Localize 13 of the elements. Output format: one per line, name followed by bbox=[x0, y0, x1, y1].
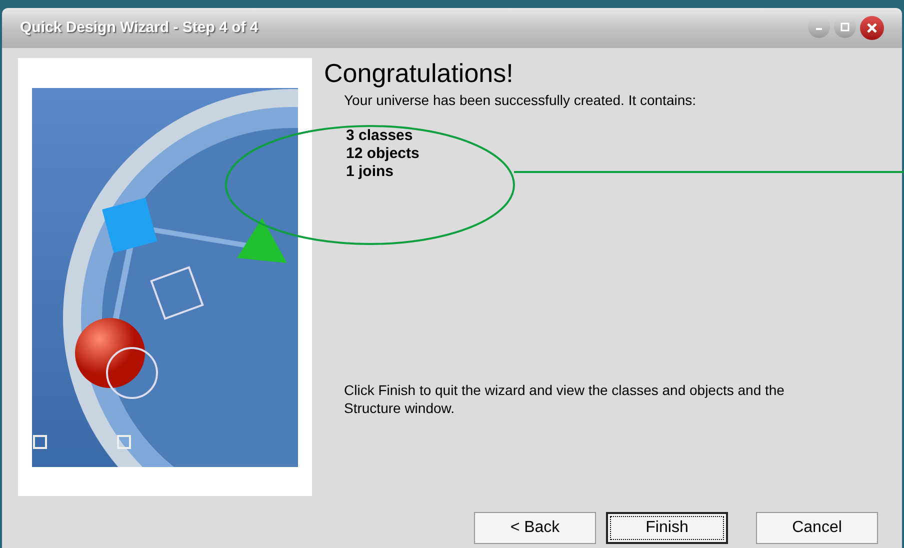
maximize-icon bbox=[840, 22, 850, 32]
summary-line: 1 joins bbox=[346, 163, 395, 181]
dialog-button[interactable]: < Back bbox=[474, 512, 596, 544]
dialog-button[interactable]: Finish bbox=[606, 512, 728, 544]
congratulations-heading: Congratulations! bbox=[324, 58, 514, 88]
intro-text: Your universe has been successfully created. It contains: bbox=[343, 91, 698, 110]
window-title: Quick Design Wizard - Step 4 of 4 bbox=[20, 18, 260, 38]
close-button[interactable] bbox=[860, 16, 884, 40]
summary-line: 3 classes bbox=[346, 127, 414, 145]
summary-line: 12 objects bbox=[346, 145, 420, 163]
dialog-button[interactable]: Cancel bbox=[756, 512, 878, 544]
instructions-text: Click Finish to quit the wizard and view the classes and objects and the Structure window. bbox=[343, 381, 786, 417]
close-icon bbox=[867, 23, 877, 33]
